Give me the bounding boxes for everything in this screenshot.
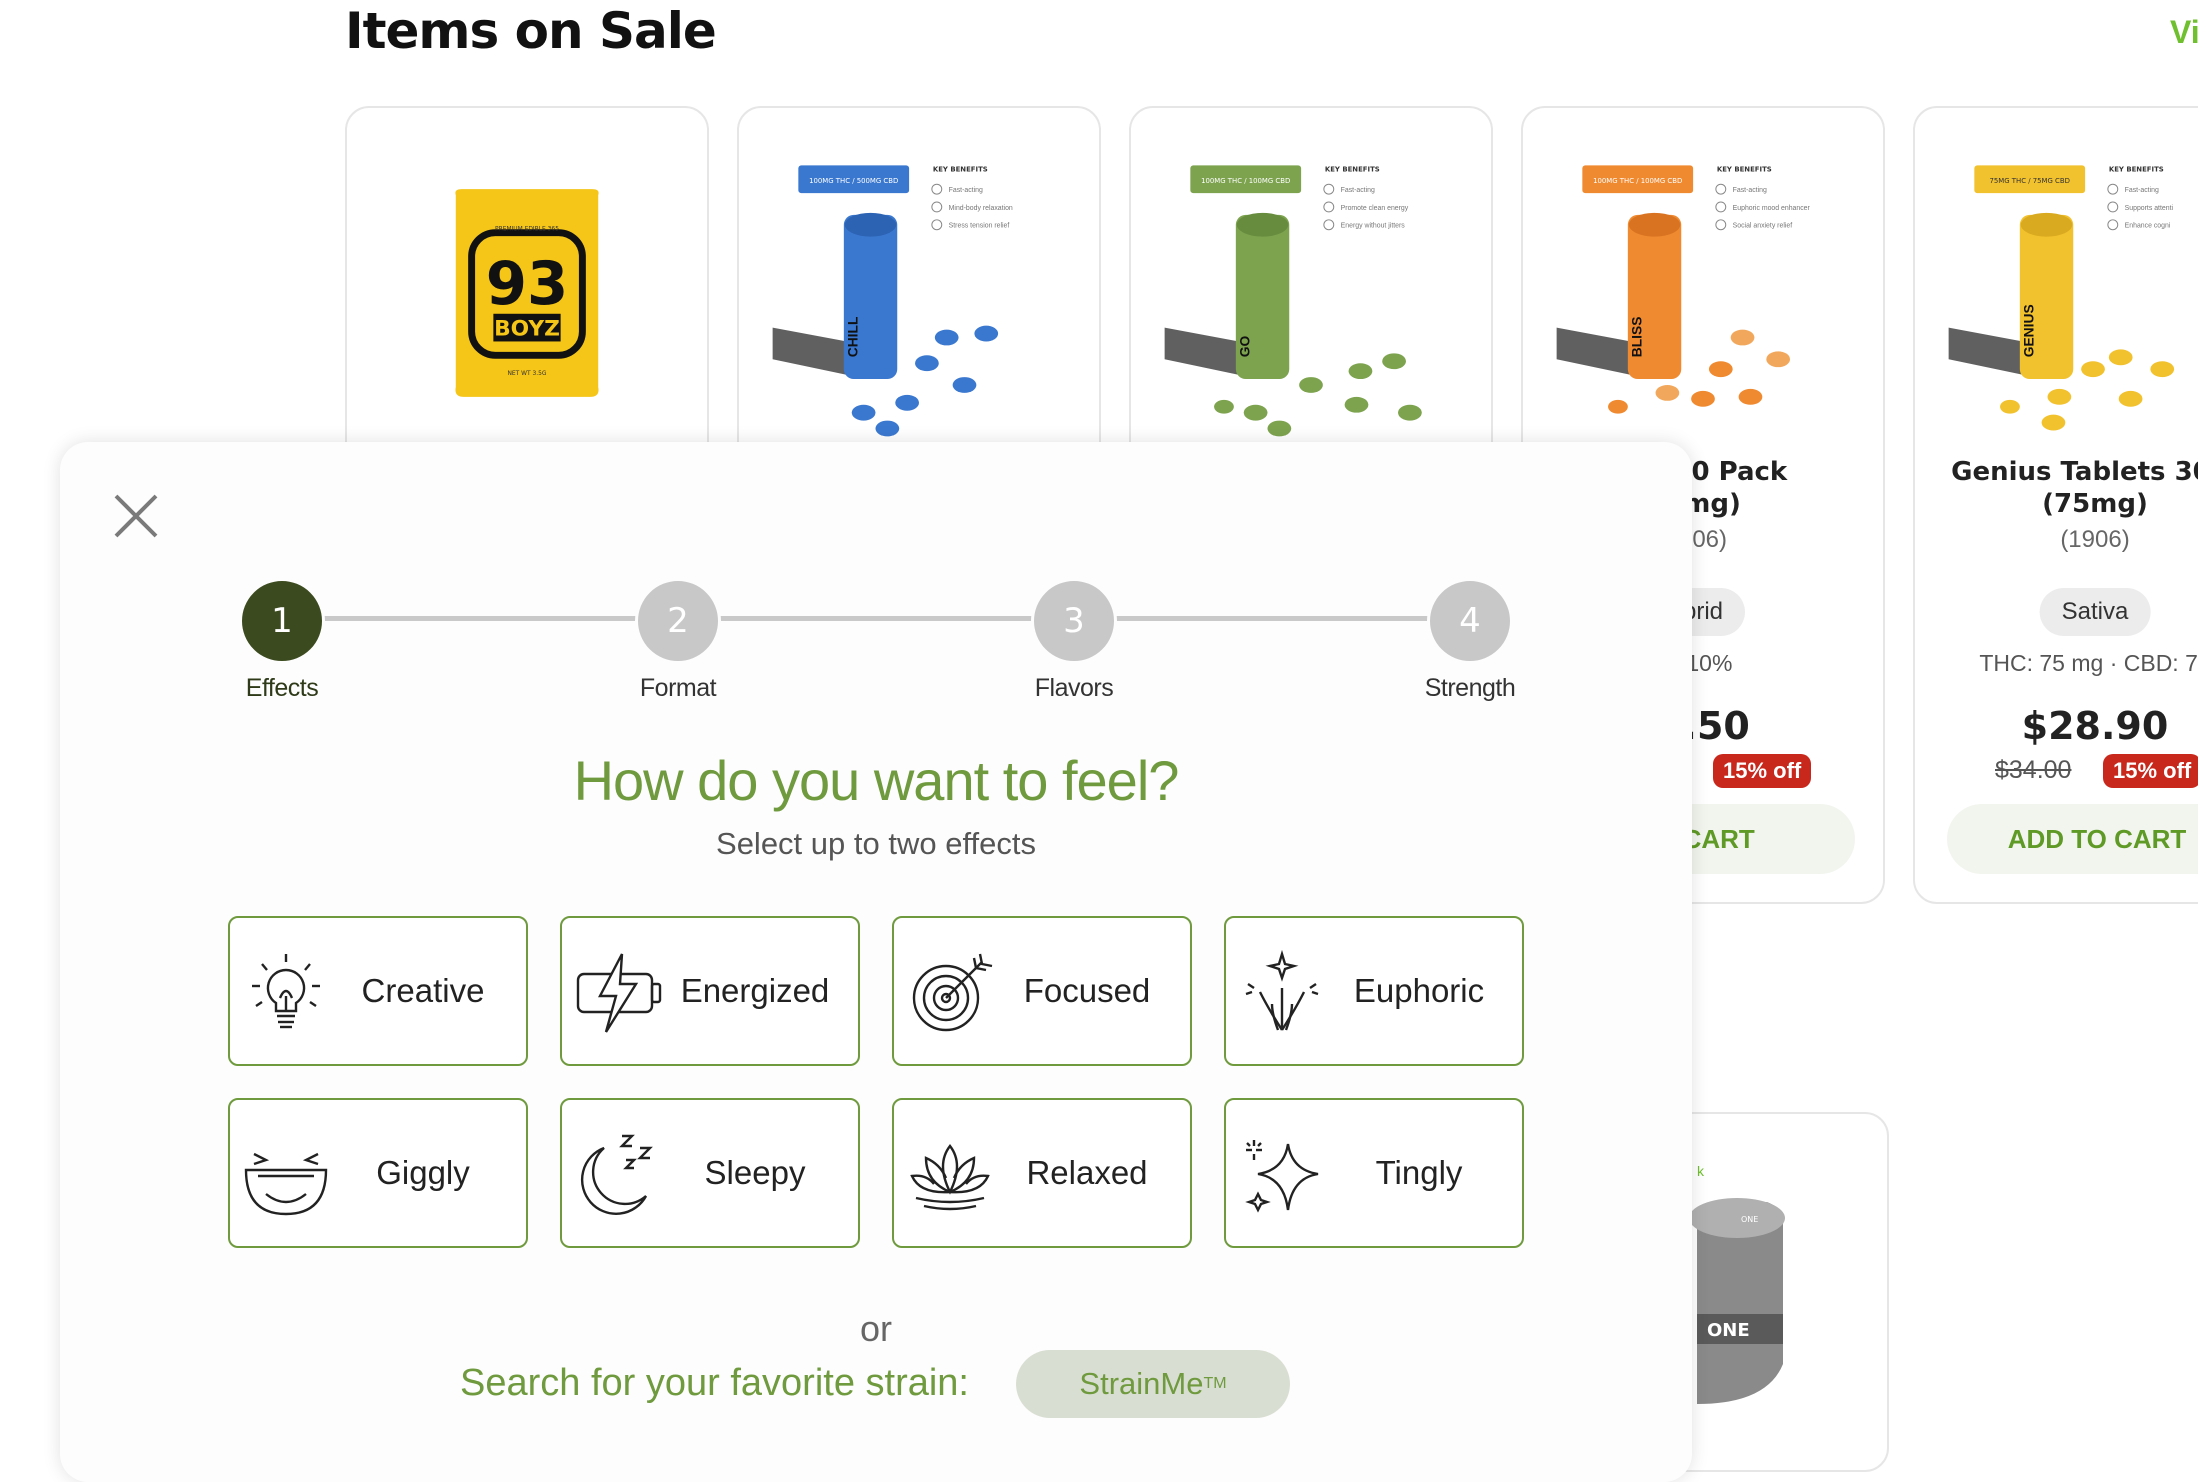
effect-label: Sleepy: [704, 1154, 806, 1191]
effect-label: Creative: [361, 972, 485, 1009]
svg-text:Social anxiety relief: Social anxiety relief: [1733, 223, 1793, 230]
step-strength[interactable]: 4 Strength: [1370, 578, 1570, 703]
svg-text:BLISS: BLISS: [1629, 317, 1645, 358]
effect-sleepy[interactable]: Sleepy: [560, 1098, 860, 1248]
view-all-link[interactable]: Vi: [2170, 14, 2198, 51]
product-price: $28.90: [2021, 704, 2169, 748]
pouch-label: PREMIUM EDIBLE 365: [495, 226, 559, 233]
battery-bolt-icon: [576, 953, 662, 1033]
original-price: $34.00: [1995, 756, 2072, 784]
product-image: 93 BOYZ PREMIUM EDIBLE 365 NET WT 3.5G: [455, 189, 599, 397]
potency-text: THC: 75 mg · CBD: 75: [1979, 650, 2198, 676]
effect-label: Tingly: [1375, 1154, 1463, 1191]
pouch-footer: NET WT 3.5G: [507, 370, 546, 377]
step-label: Format: [639, 674, 717, 702]
question-heading: How do you want to feel?: [573, 749, 1180, 812]
step-label: Effects: [245, 674, 319, 702]
effect-tingly[interactable]: Tingly: [1224, 1098, 1524, 1248]
step-effects[interactable]: 1 Effects: [182, 578, 382, 703]
effect-giggly[interactable]: Giggly: [228, 1098, 528, 1248]
svg-text:Energy without jitters: Energy without jitters: [1341, 223, 1406, 230]
lightbulb-icon: [252, 954, 320, 1029]
svg-text:GO: GO: [1237, 336, 1253, 358]
sparkle-icon: [1245, 1140, 1319, 1213]
step-number: 4: [1427, 578, 1513, 664]
svg-text:Fast-acting: Fast-acting: [1733, 187, 1767, 194]
svg-text:Fast-acting: Fast-acting: [1341, 187, 1375, 194]
effect-label: Focused: [1023, 972, 1151, 1009]
svg-text:CHILL: CHILL: [845, 316, 861, 357]
svg-text:Stress tension relief: Stress tension relief: [949, 223, 1010, 230]
product-image: 100MG THC / 100MG CBD KEY BENEFITS Fast-…: [1164, 165, 1422, 437]
laughing-face-icon: [244, 1152, 328, 1216]
strain-search-prompt: Search for your favorite strain:: [460, 1362, 969, 1404]
lotus-icon: [910, 1144, 990, 1211]
svg-text:Fast-acting: Fast-acting: [949, 187, 983, 194]
svg-text:100MG THC / 500MG CBD: 100MG THC / 500MG CBD: [809, 177, 898, 185]
step-label: Strength: [1424, 674, 1516, 702]
strainme-button[interactable]: StrainMe TM: [1016, 1350, 1290, 1418]
effect-energized[interactable]: Energized: [560, 916, 860, 1066]
fireworks-icon: [1245, 949, 1319, 1031]
effect-relaxed[interactable]: Relaxed: [892, 1098, 1192, 1248]
jar-top-label: ONE: [1741, 1215, 1758, 1224]
or-divider: or: [859, 1308, 892, 1349]
review-count: (1906): [2060, 526, 2130, 553]
moon-zzz-icon: [580, 1134, 653, 1215]
effect-creative[interactable]: Creative: [228, 916, 528, 1066]
stepper-track: [282, 616, 1466, 621]
svg-text:Promote clean energy: Promote clean energy: [1341, 205, 1409, 212]
step-number: 2: [635, 578, 721, 664]
svg-text:KEY BENEFITS: KEY BENEFITS: [2109, 165, 2164, 173]
svg-text:Enhance cogni: Enhance cogni: [2125, 223, 2171, 230]
effect-label: Relaxed: [1026, 1154, 1148, 1191]
section-title: Items on Sale: [345, 2, 717, 60]
product-image: 100MG THC / 500MG CBD KEY BENEFITS Fast-…: [772, 165, 1013, 437]
product-image: 75MG THC / 75MG CBD KEY BENEFITS Fast-ac…: [1948, 165, 2175, 431]
strainme-label: StrainMe: [1079, 1366, 1204, 1401]
effect-label: Euphoric: [1353, 972, 1485, 1009]
svg-text:KEY BENEFITS: KEY BENEFITS: [1325, 165, 1380, 173]
step-number: 1: [239, 578, 325, 664]
svg-text:Supports attenti: Supports attenti: [2125, 205, 2174, 212]
brand-subtext: BOYZ: [494, 317, 560, 342]
svg-text:KEY BENEFITS: KEY BENEFITS: [1717, 165, 1772, 173]
discount-badge: 15% off: [2103, 754, 2198, 788]
step-label: Flavors: [1034, 674, 1114, 702]
svg-text:Fast-acting: Fast-acting: [2125, 187, 2159, 194]
product-card[interactable]: 75MG THC / 75MG CBD KEY BENEFITS Fast-ac…: [1913, 106, 2198, 904]
step-format[interactable]: 2 Format: [578, 578, 778, 703]
svg-text:GENIUS: GENIUS: [2021, 304, 2037, 357]
target-icon: [912, 953, 993, 1032]
effect-euphoric[interactable]: Euphoric: [1224, 916, 1524, 1066]
trademark-symbol: TM: [1203, 1375, 1227, 1392]
product-name[interactable]: Genius Tablets 30 P (75mg): [1915, 456, 2198, 520]
svg-text:100MG THC / 100MG CBD: 100MG THC / 100MG CBD: [1593, 177, 1682, 185]
strain-tag: Sativa: [2039, 588, 2151, 636]
step-flavors[interactable]: 3 Flavors: [974, 578, 1174, 703]
effects-quiz-modal: 1 Effects 2 Format 3 Flavors 4 Strength …: [60, 442, 1692, 1482]
product-image: 100MG THC / 100MG CBD KEY BENEFITS Fast-…: [1556, 165, 1811, 414]
svg-text:Mind-body relaxation: Mind-body relaxation: [949, 205, 1013, 212]
question-subtitle: Select up to two effects: [716, 826, 1036, 861]
step-number: 3: [1031, 578, 1117, 664]
brand-text: 93: [486, 249, 569, 318]
svg-text:100MG THC / 100MG CBD: 100MG THC / 100MG CBD: [1201, 177, 1290, 185]
close-icon[interactable]: [104, 484, 168, 548]
effect-focused[interactable]: Focused: [892, 916, 1192, 1066]
jar-label: ONE: [1707, 1320, 1750, 1341]
effect-label: Giggly: [376, 1154, 470, 1191]
svg-text:75MG THC / 75MG CBD: 75MG THC / 75MG CBD: [1990, 177, 2070, 185]
svg-text:KEY BENEFITS: KEY BENEFITS: [933, 165, 988, 173]
svg-text:k: k: [1697, 1163, 1705, 1179]
discount-badge: 15% off: [1713, 754, 1812, 788]
add-to-cart-button[interactable]: ADD TO CART: [1947, 804, 2198, 874]
svg-text:Euphoric mood enhancer: Euphoric mood enhancer: [1733, 205, 1811, 212]
effect-label: Energized: [680, 972, 830, 1009]
